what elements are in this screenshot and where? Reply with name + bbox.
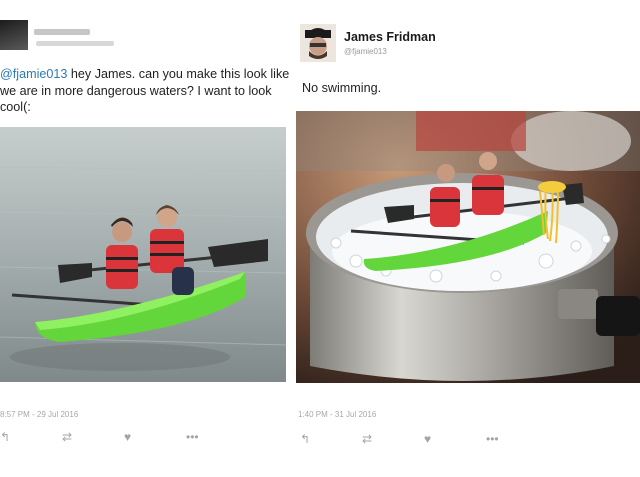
- more-icon[interactable]: •••: [486, 432, 548, 446]
- redacted-handle: [36, 41, 114, 46]
- pot-illustration: [296, 111, 640, 383]
- avatar[interactable]: [300, 24, 336, 62]
- mention-link[interactable]: @fjamie013: [0, 67, 67, 81]
- avatar[interactable]: [0, 20, 28, 50]
- reply-tweet: James Fridman @fjamie013 No swimming. 1:…: [296, 0, 640, 477]
- like-icon[interactable]: ♥: [124, 430, 186, 444]
- tweet-text: @fjamie013 hey James. can you make this …: [0, 66, 292, 116]
- kayak-photo[interactable]: [0, 127, 286, 382]
- tweet-actions: ↰ ⇄ ♥ •••: [0, 430, 248, 444]
- display-name[interactable]: James Fridman: [344, 30, 436, 44]
- original-tweet: @fjamie013 hey James. can you make this …: [0, 0, 289, 477]
- retweet-icon[interactable]: ⇄: [362, 432, 424, 446]
- tweet-text: No swimming.: [302, 81, 382, 95]
- redacted-name: [34, 29, 90, 35]
- reply-icon[interactable]: ↰: [300, 432, 362, 446]
- reply-icon[interactable]: ↰: [0, 430, 62, 444]
- kayak-illustration: [0, 127, 286, 382]
- more-icon[interactable]: •••: [186, 430, 248, 444]
- tweet-timestamp[interactable]: 8:57 PM - 29 Jul 2016: [0, 410, 78, 419]
- tweet-timestamp[interactable]: 1:40 PM - 31 Jul 2016: [298, 410, 376, 419]
- user-handle[interactable]: @fjamie013: [344, 47, 387, 56]
- pot-photo[interactable]: [296, 111, 640, 383]
- profile-picture: [300, 24, 336, 62]
- like-icon[interactable]: ♥: [424, 432, 486, 446]
- tweet-actions: ↰ ⇄ ♥ •••: [300, 432, 548, 446]
- retweet-icon[interactable]: ⇄: [62, 430, 124, 444]
